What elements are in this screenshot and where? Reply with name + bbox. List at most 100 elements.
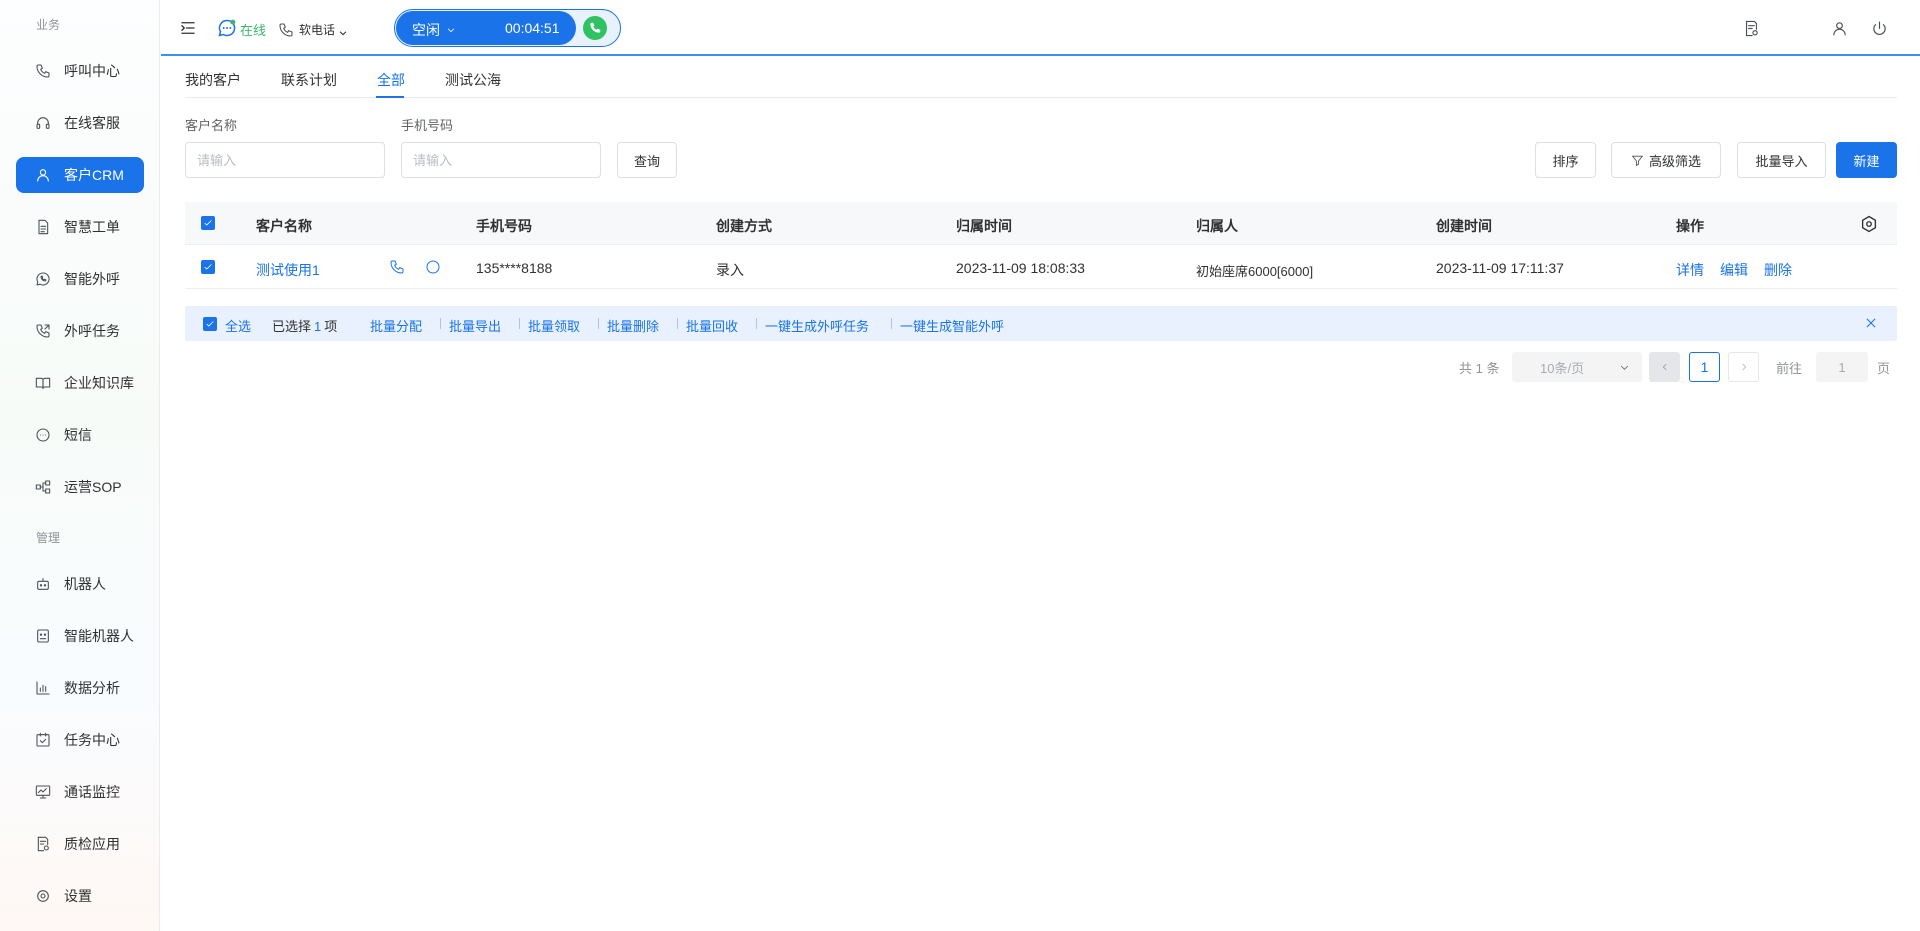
chevron-right-icon [1741,363,1746,371]
detail-link[interactable]: 详情 [1676,260,1704,280]
chevron-down-icon [338,25,348,35]
tab-contact-plan[interactable]: 联系计划 [281,70,337,90]
sidebar-item-crm[interactable]: 客户CRM [16,157,144,193]
goto-page-input[interactable]: 1 [1816,352,1868,382]
sidebar-item-label: 通话监控 [64,784,120,800]
section-business-label: 业务 [36,18,61,32]
whatsapp-phone-icon [34,270,52,288]
sort-button[interactable]: 排序 [1535,142,1596,178]
selected-suffix: 项 [324,319,338,334]
customer-name-label: 客户名称 [185,118,238,133]
call-state-pill[interactable]: 空闲 00:04:51 [396,11,576,45]
active-tab-indicator [376,96,404,98]
bulk-export-button[interactable]: 批量导出 [449,316,501,335]
sidebar-item-data-analysis[interactable]: 数据分析 [16,670,144,706]
sidebar-item-outbound-task[interactable]: 外呼任务 [16,313,144,349]
row-checkbox[interactable] [201,260,215,274]
delete-link[interactable]: 删除 [1764,260,1792,280]
goto-label: 前往 [1776,360,1803,376]
create-time-cell: 2023-11-09 17:11:37 [1436,260,1564,276]
sidebar-item-smart-ticket[interactable]: 智慧工单 [16,209,144,245]
headset-icon [34,114,52,132]
select-all-checkbox[interactable] [201,216,215,230]
phone-icon [34,62,52,80]
chat-status-icon [217,18,237,41]
filter-icon [1631,155,1644,166]
tab-all[interactable]: 全部 [377,70,405,90]
close-icon[interactable] [1864,316,1878,330]
table-header: 客户名称 手机号码 创建方式 归属时间 归属人 创建时间 操作 [185,202,1897,245]
sidebar-item-call-center[interactable]: 呼叫中心 [16,53,144,89]
edit-link[interactable]: 编辑 [1720,260,1748,280]
bulk-claim-button[interactable]: 批量领取 [528,316,580,335]
query-button[interactable]: 查询 [617,142,677,178]
power-icon[interactable] [1869,18,1889,38]
phone-answer-icon [590,22,601,33]
sidebar-item-call-monitor[interactable]: 通话监控 [16,774,144,810]
generate-smart-outbound-button[interactable]: 一键生成智能外呼 [900,316,1004,335]
column-header-phone: 手机号码 [476,218,532,234]
owner-cell: 初始座席6000[6000] [1196,264,1314,279]
selected-prefix: 已选择 [272,319,312,334]
check-icon [206,321,214,327]
sidebar-item-label: 短信 [64,427,92,443]
sidebar-item-smart-robot[interactable]: 智能机器人 [16,618,144,654]
page-unit-label: 页 [1877,360,1891,376]
sidebar-item-sop[interactable]: 运营SOP [16,469,144,505]
advanced-filter-button[interactable]: 高级筛选 [1611,142,1721,178]
sidebar-item-online-service[interactable]: 在线客服 [16,105,144,141]
agent-status[interactable]: 在线 软电话 [217,18,348,41]
sidebar-item-label: 运营SOP [64,479,122,495]
generate-outbound-task-button[interactable]: 一键生成外呼任务 [765,316,869,335]
customer-name-link[interactable]: 测试使用1 [256,260,320,280]
phone-number-input[interactable] [401,142,601,178]
sidebar: 业务 呼叫中心 在线客服 客户CRM 智慧工单 智能外呼 外呼任务 企业知识库 … [0,0,160,931]
gear-icon [34,887,52,905]
answer-call-button[interactable] [583,16,607,40]
column-settings-gear-icon[interactable] [1860,215,1878,233]
user-profile-icon[interactable] [1829,18,1849,38]
sidebar-item-sms[interactable]: 短信 [16,417,144,453]
phone-outgoing-icon [34,322,52,340]
sidebar-item-robot[interactable]: 机器人 [16,566,144,602]
pagination-total: 共 1 条 [1459,360,1500,376]
bulk-recycle-button[interactable]: 批量回收 [686,316,738,335]
bulk-delete-button[interactable]: 批量删除 [607,316,659,335]
sidebar-item-smart-outbound[interactable]: 智能外呼 [16,261,144,297]
sidebar-item-task-center[interactable]: 任务中心 [16,722,144,758]
customer-name-input[interactable] [185,142,385,178]
tab-test-pool[interactable]: 测试公海 [445,70,501,90]
call-timer: 00:04:51 [505,20,560,36]
chevron-left-icon [1662,363,1667,371]
page-number-current[interactable]: 1 [1689,352,1720,382]
bulk-select-all-label[interactable]: 全选 [225,316,251,335]
sidebar-item-quality-check[interactable]: 质检应用 [16,826,144,862]
send-sms-icon[interactable] [425,259,441,275]
divider [756,318,757,329]
sidebar-item-settings[interactable]: 设置 [16,878,144,914]
bulk-select-all-checkbox[interactable] [203,317,217,331]
sidebar-item-label: 外呼任务 [64,323,120,339]
sidebar-item-label: 数据分析 [64,680,120,696]
bulk-assign-button[interactable]: 批量分配 [370,316,422,335]
chevron-down-icon [1620,365,1629,370]
column-header-name: 客户名称 [256,218,312,234]
notes-icon[interactable] [1741,18,1761,38]
sidebar-item-knowledge-base[interactable]: 企业知识库 [16,365,144,401]
menu-collapse-icon[interactable] [179,19,197,37]
divider [519,318,520,329]
next-page-button[interactable] [1728,352,1759,382]
book-icon [34,374,52,392]
divider [440,318,441,329]
smart-robot-icon [34,627,52,645]
create-button[interactable]: 新建 [1836,142,1897,178]
page-size-select[interactable]: 10条/页 [1512,352,1642,382]
call-phone-icon[interactable] [389,259,405,275]
sidebar-item-label: 机器人 [64,576,106,592]
sidebar-item-label: 智慧工单 [64,219,120,235]
column-header-create-time: 创建时间 [1436,218,1492,234]
tab-my-customers[interactable]: 我的客户 [185,70,241,90]
prev-page-button[interactable] [1649,352,1680,382]
call-state-dropdown[interactable]: 空闲 [412,20,456,40]
bulk-import-button[interactable]: 批量导入 [1737,142,1826,178]
